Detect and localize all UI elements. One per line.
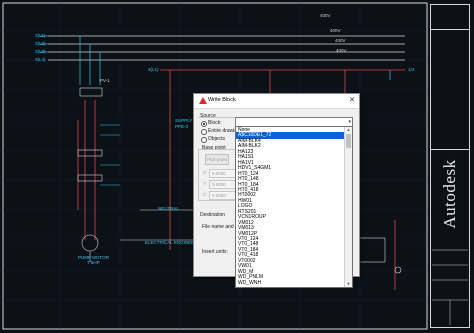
top-label: 400V [330,28,341,33]
top-label: 400V [336,48,347,53]
dialog-titlebar[interactable]: Write Block ✕ [194,94,359,109]
mid-label: PV-1 [100,78,110,83]
objects-label[interactable]: Objects [208,136,225,142]
dropdown-scrollbar[interactable]: ▲ ▼ [344,127,352,287]
chevron-down-icon[interactable]: ▾ [348,118,351,126]
x-coord-label: X: [203,170,208,175]
top-label: 400V [320,13,331,18]
mid-label: 3(L1) [148,67,159,72]
scroll-down-icon[interactable]: ▼ [345,281,352,287]
motor-label: PUMP MOTOR 7.5HP [78,255,109,265]
y-coord-label: Y: [203,181,208,186]
right-label: 1/4 [408,67,415,72]
side-label: PPE-3 [175,124,189,129]
bus-label: 3(L1) [35,33,46,38]
pick-point-button[interactable]: Pick point [205,154,229,165]
autodesk-logo: Autodesk [432,150,468,238]
insert-units-label: Insert units: [202,249,228,255]
objects-radio[interactable] [201,137,207,143]
scroll-up-icon[interactable]: ▲ [345,127,352,133]
scroll-thumb[interactable] [346,134,351,148]
title-block-cell [431,29,469,150]
autocad-icon [199,97,207,104]
block-dropdown-list[interactable]: None A$C10DE1_72 AIM-BLK4 AIM-BLK2 HA123 HA1S… [235,126,353,288]
z-coord-label: Z: [203,192,207,197]
entire-drawing-radio[interactable] [201,129,207,135]
neutral-label: NEUTRAL [158,206,180,211]
close-icon[interactable]: ✕ [349,96,355,104]
side-label: SUPPLY [175,118,193,123]
bus-label: 3(L4) [35,57,46,62]
source-group [198,116,238,118]
destination-label: Destination [200,212,226,218]
top-label: 400V [335,38,346,43]
bus-label: 3(L2) [35,41,46,46]
dialog-title: Write Block [208,97,236,103]
brand-name: Autodesk [440,159,459,229]
block-radio-label[interactable]: Block: [208,120,222,126]
bus-label: 3(L3) [35,49,46,54]
block-radio[interactable] [201,121,207,127]
dropdown-item[interactable]: WD_WNH [236,280,345,287]
title-block-cell [431,5,469,30]
